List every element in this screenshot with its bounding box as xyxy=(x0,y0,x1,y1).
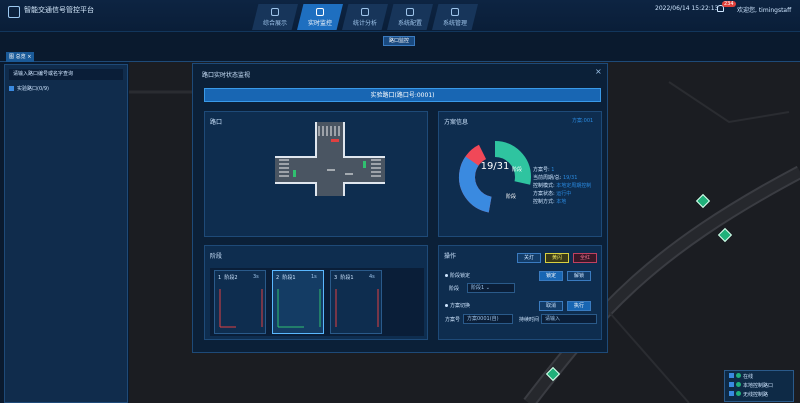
phase-card[interactable]: 3 阶段1 4s xyxy=(330,270,382,334)
nav-item-config[interactable]: 系统配置 xyxy=(387,4,433,30)
unlock-button[interactable]: 解锁 xyxy=(567,271,591,281)
notification-badge: 234 xyxy=(722,1,736,7)
lights-off-button[interactable]: 关灯 xyxy=(517,253,541,263)
config-icon xyxy=(406,8,414,16)
yellow-flash-button[interactable]: 黄闪 xyxy=(545,253,569,263)
bullet-icon xyxy=(445,304,448,307)
stat-row: 当前周期/总: 19/31 xyxy=(533,175,578,181)
subview-toggle[interactable]: 路口监控 xyxy=(383,36,415,46)
operations-panel: 操作 关灯 黄闪 全红 阶段锁定 锁定 解锁 阶段 阶段1 ⌄ 方案切换 取消 … xyxy=(438,245,602,340)
phase-diagram xyxy=(335,289,379,327)
checkbox[interactable] xyxy=(729,382,734,387)
execute-button[interactable]: 执行 xyxy=(567,301,591,311)
checkbox[interactable] xyxy=(729,391,734,396)
tab-overview[interactable]: 图 总览 × xyxy=(6,52,35,62)
phase-lock-label: 阶段锁定 xyxy=(450,273,471,279)
plan-switch-label: 方案切换 xyxy=(450,303,471,309)
plan-count: 方案:001 xyxy=(572,118,594,124)
phase-card-active[interactable]: 2 阶段1 1s xyxy=(272,270,324,334)
nav-item-overview[interactable]: 综合展示 xyxy=(252,4,298,30)
phase-diagram xyxy=(219,289,263,328)
overview-icon xyxy=(271,8,279,16)
notification-button[interactable]: 234 xyxy=(717,1,736,13)
plan-select[interactable]: 方案0001(自) xyxy=(463,314,513,324)
duration-input[interactable]: 请输入 xyxy=(541,314,597,324)
crossing-panel: 路口 xyxy=(204,111,428,237)
segment-label: 阶段 xyxy=(506,193,516,200)
cycle-donut-chart: 阶段 阶段 xyxy=(459,141,531,213)
phase-card[interactable]: 1 阶段2 3s xyxy=(214,270,266,334)
stat-row: 方案号: 1 xyxy=(533,167,555,173)
plan-no-label: 方案号 xyxy=(445,317,461,323)
all-red-button[interactable]: 全红 xyxy=(573,253,597,263)
datetime: 2022/06/14 15:22:13 xyxy=(655,5,719,12)
admin-icon xyxy=(451,8,459,16)
intersection-banner: 实验路口(路口号:0001) xyxy=(204,88,601,102)
intersection-status-dialog: 路口实时状态监视 × 实验路口(路口号:0001) 路口 方案信息 方案:001 xyxy=(192,63,608,353)
top-bar: 智能交通信号管控平台 综合展示 实时监控 统计分析 系统配置 系统管理 2022… xyxy=(0,0,800,32)
phase-list: 1 阶段2 3s 2 阶段1 1s 3 阶段1 4s xyxy=(210,268,424,336)
stat-row: 方案状态: 运行中 xyxy=(533,191,572,197)
legend-title: 在线 xyxy=(729,373,789,380)
stat-row: 控制方式: 本地 xyxy=(533,199,567,205)
plan-panel: 方案信息 方案:001 阶段 阶段 19/31 方案号: 1 当前周期/总: 1… xyxy=(438,111,602,237)
stats-icon xyxy=(361,8,369,16)
online-icon xyxy=(736,373,741,378)
sidebar-item-test-intersection[interactable]: 实验路口(0/9) xyxy=(9,84,123,94)
nav-item-admin[interactable]: 系统管理 xyxy=(432,4,478,30)
lock-button[interactable]: 锁定 xyxy=(539,271,563,281)
ops-title: 操作 xyxy=(444,253,457,260)
phase-panel: 阶段 1 阶段2 3s 2 阶段1 1s 3 阶段1 4s xyxy=(204,245,428,340)
logo-icon xyxy=(8,6,20,18)
intersection-search[interactable]: 请输入路口编号或名字查询 xyxy=(9,69,123,80)
phase-diagram xyxy=(277,289,321,328)
main-nav: 综合展示 实时监控 统计分析 系统配置 系统管理 xyxy=(252,0,488,32)
sidebar: 请输入路口编号或名字查询 实验路口(0/9) xyxy=(4,64,128,403)
tab-bar: 图 总览 × xyxy=(0,48,800,62)
stat-row: 控制模式: 本地定周期控制 xyxy=(533,183,592,189)
status-dot-icon xyxy=(736,382,741,387)
intersection-diagram xyxy=(275,122,385,196)
nav-item-monitor[interactable]: 实时监控 xyxy=(297,4,343,30)
plan-title: 方案信息 xyxy=(444,119,469,126)
legend-item: 本地控制路口 xyxy=(729,382,789,389)
chevron-down-icon: ⌄ xyxy=(485,285,490,291)
phase-select[interactable]: 阶段1 ⌄ xyxy=(467,283,515,293)
status-dot-icon xyxy=(736,391,741,396)
legend-item: 无线控制路 xyxy=(729,391,789,398)
app-title: 智能交通信号管控平台 xyxy=(24,6,94,14)
phase-title: 阶段 xyxy=(210,253,223,260)
plan-stats: 方案号: 1 当前周期/总: 19/31 控制模式: 本地定周期控制 方案状态:… xyxy=(533,166,591,206)
cycle-progress: 19/31 xyxy=(480,161,510,172)
crossing-title: 路口 xyxy=(210,119,223,126)
duration-label: 持续时间 xyxy=(519,317,540,323)
close-icon[interactable]: × xyxy=(595,67,602,76)
cancel-button[interactable]: 取消 xyxy=(539,301,563,311)
user-menu[interactable]: 欢迎您, timingstaff xyxy=(737,5,791,14)
checkbox[interactable] xyxy=(729,373,734,378)
tab-close-icon[interactable]: × xyxy=(27,54,31,60)
bullet-icon xyxy=(445,274,448,277)
phase-field-label: 阶段 xyxy=(449,286,460,292)
dialog-title: 路口实时状态监视 xyxy=(202,72,251,79)
nav-item-stats[interactable]: 统计分析 xyxy=(342,4,388,30)
map-legend: 在线 本地控制路口 无线控制路 xyxy=(724,370,794,402)
expand-icon[interactable] xyxy=(9,86,14,91)
monitor-icon xyxy=(316,8,324,16)
